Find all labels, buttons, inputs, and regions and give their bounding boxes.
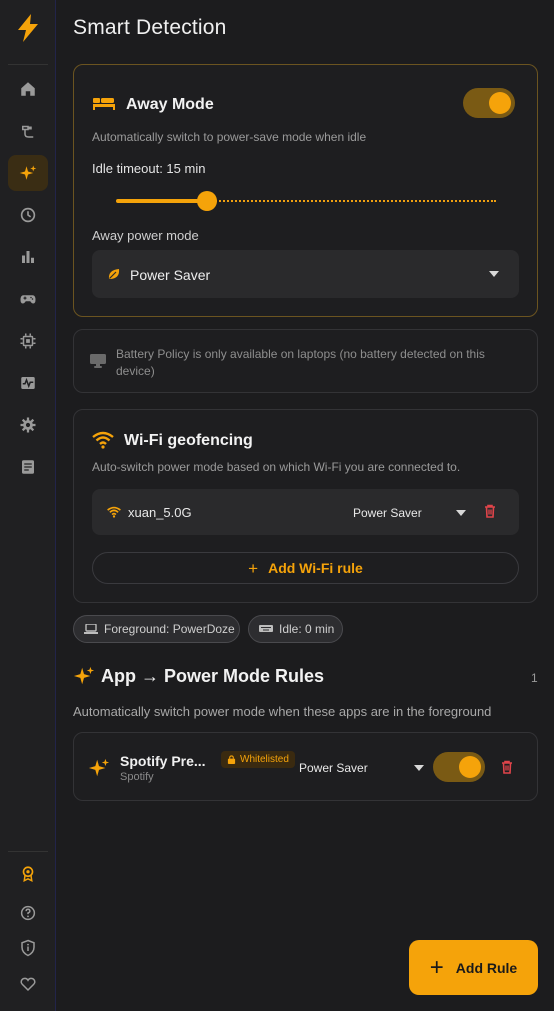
add-rule-button[interactable]: + Add Rule <box>409 940 538 995</box>
sidebar-item-statistics[interactable] <box>8 239 48 275</box>
bed-icon <box>93 98 115 110</box>
sidebar-item-settings[interactable] <box>8 407 48 443</box>
wifi-icon <box>107 506 121 518</box>
sidebar-item-smart-detection[interactable] <box>8 155 48 191</box>
slider-track <box>204 200 496 202</box>
monitor-icon <box>90 354 106 368</box>
whitelisted-badge-text: Whitelisted <box>240 754 289 765</box>
plus-icon: + <box>429 953 444 981</box>
wifi-rule-mode-value: Power Saver <box>353 506 422 520</box>
sidebar-item-history[interactable] <box>8 197 48 233</box>
sparkles-icon <box>88 758 110 777</box>
plus-icon: + <box>248 558 259 578</box>
sidebar-item-support[interactable] <box>8 966 48 1002</box>
wifi-geofencing-description: Auto-switch power mode based on which Wi… <box>92 460 461 474</box>
bar-chart-icon <box>22 251 34 263</box>
add-wifi-rule-label: Add Wi-Fi rule <box>268 560 363 576</box>
lightning-bolt-icon[interactable] <box>12 12 44 44</box>
sparkles-icon <box>19 165 37 180</box>
away-mode-card: Away Mode Automatically switch to power-… <box>73 64 538 317</box>
document-icon <box>22 460 34 474</box>
chevron-down-icon <box>414 765 424 771</box>
wifi-rule-row: xuan_5.0G Power Saver <box>92 489 519 535</box>
sidebar <box>0 0 56 1011</box>
clock-icon <box>20 207 36 223</box>
sidebar-item-gaming[interactable] <box>8 281 48 317</box>
app-rule-toggle[interactable] <box>433 752 485 782</box>
wifi-geofencing-card: Wi-Fi geofencing Auto-switch power mode … <box>73 409 538 603</box>
toggle-knob <box>459 756 481 778</box>
sidebar-item-about[interactable] <box>8 930 48 966</box>
app-rules-description: Automatically switch power mode when the… <box>73 704 492 719</box>
add-wifi-rule-button[interactable]: + Add Wi-Fi rule <box>92 552 519 584</box>
away-power-mode-label: Away power mode <box>92 228 199 243</box>
laptop-icon <box>84 624 98 634</box>
app-rule-mode-select[interactable]: Power Saver <box>296 753 426 783</box>
slider-thumb[interactable] <box>197 191 217 211</box>
gamepad-icon <box>20 295 36 304</box>
leaf-icon <box>108 269 120 279</box>
app-rules-title: App → Power Mode Rules <box>101 666 325 686</box>
sidebar-item-cpu[interactable] <box>8 323 48 359</box>
idle-status-chip: Idle: 0 min <box>248 615 343 643</box>
app-rule-name: Spotify Pre... <box>120 753 206 769</box>
wifi-geofencing-title: Wi-Fi geofencing <box>124 432 253 449</box>
away-power-mode-value: Power Saver <box>130 267 211 283</box>
gear-icon <box>20 417 36 433</box>
app-rule-row: Spotify Pre... Spotify Whitelisted Power… <box>73 732 538 801</box>
app-rules-count: 1 <box>531 671 538 685</box>
plug-icon <box>22 125 34 138</box>
lock-icon <box>227 755 236 764</box>
app-rule-mode-value: Power Saver <box>299 761 368 775</box>
award-icon <box>22 866 34 883</box>
idle-timeout-slider[interactable] <box>116 189 496 213</box>
heart-icon <box>20 977 36 992</box>
away-mode-toggle[interactable] <box>463 88 515 118</box>
wifi-icon <box>92 431 114 449</box>
delete-wifi-rule-button[interactable] <box>482 503 498 524</box>
trash-icon <box>502 760 512 774</box>
sparkles-icon <box>73 666 95 685</box>
wifi-ssid: xuan_5.0G <box>128 505 192 520</box>
foreground-status-chip: Foreground: PowerDoze <box>73 615 240 643</box>
slider-fill <box>116 199 207 203</box>
delete-app-rule-button[interactable] <box>499 759 515 780</box>
idle-timeout-label: Idle timeout: 15 min <box>92 161 206 176</box>
trash-icon <box>485 504 495 518</box>
sidebar-divider <box>8 64 48 65</box>
app-rule-process: Spotify <box>120 771 154 783</box>
battery-policy-text: Battery Policy is only available on lapt… <box>116 347 485 378</box>
away-mode-description: Automatically switch to power-save mode … <box>92 130 367 144</box>
sidebar-divider <box>8 851 48 852</box>
away-mode-title: Away Mode <box>126 96 214 113</box>
shield-info-icon <box>21 939 35 957</box>
battery-policy-notice: Battery Policy is only available on lapt… <box>73 329 538 393</box>
activity-monitor-icon <box>21 377 35 389</box>
foreground-status-text: Foreground: PowerDoze <box>104 622 235 636</box>
main-content: Smart Detection Away Mode Automatically … <box>57 0 554 1011</box>
chevron-down-icon <box>456 510 466 516</box>
help-icon <box>20 905 36 921</box>
toggle-knob <box>489 92 511 114</box>
add-rule-label: Add Rule <box>455 959 518 976</box>
keyboard-icon <box>259 625 273 632</box>
page-title: Smart Detection <box>73 16 227 39</box>
sidebar-item-achievements[interactable] <box>8 856 48 892</box>
wifi-rule-mode-select[interactable]: Power Saver <box>347 497 472 527</box>
home-icon <box>21 82 35 96</box>
chevron-down-icon <box>489 271 499 277</box>
sidebar-item-logs[interactable] <box>8 449 48 485</box>
sidebar-item-home[interactable] <box>8 71 48 107</box>
cpu-icon <box>20 333 36 349</box>
sidebar-item-monitor[interactable] <box>8 365 48 401</box>
sidebar-item-power[interactable] <box>8 113 48 149</box>
idle-status-text: Idle: 0 min <box>279 622 335 636</box>
sidebar-item-help[interactable] <box>8 895 48 931</box>
away-power-mode-select[interactable]: Power Saver <box>92 250 519 298</box>
whitelisted-badge: Whitelisted <box>221 751 295 768</box>
